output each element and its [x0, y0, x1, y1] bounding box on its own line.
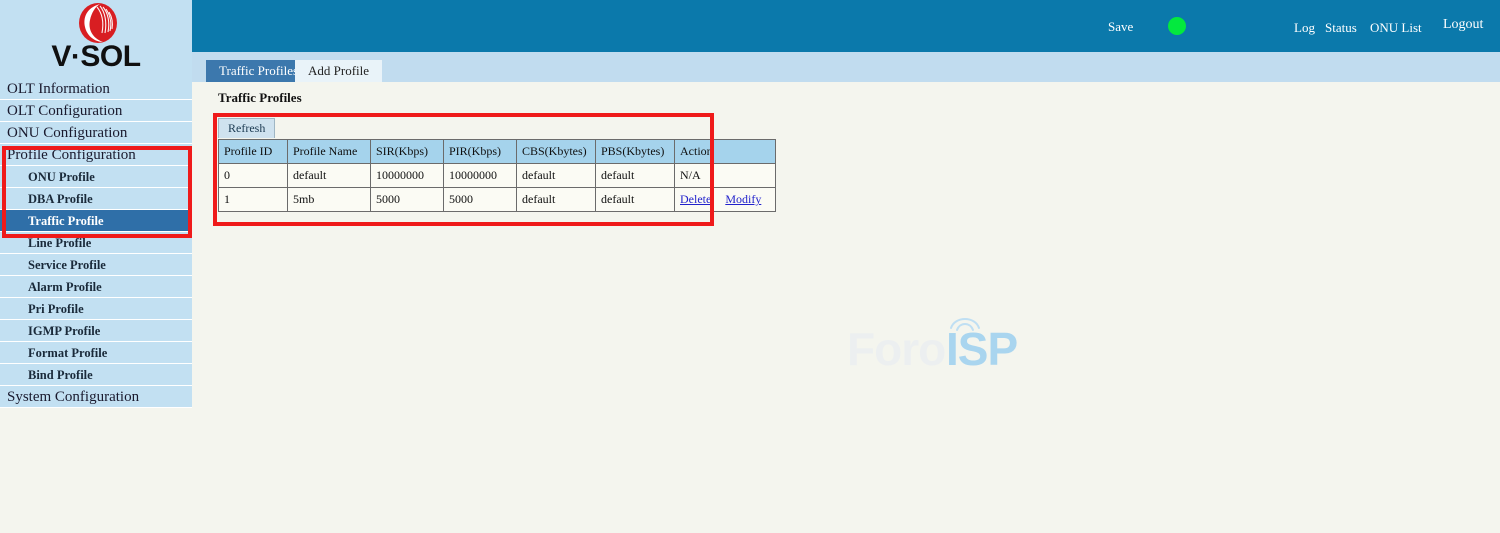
sidebar-item-label: DBA Profile: [28, 192, 93, 206]
vsol-circle-logo-icon: [79, 3, 117, 43]
cell-pbs: default: [595, 187, 675, 212]
cell-action: N/A: [674, 163, 776, 188]
sidebar-item-format-profile[interactable]: Format Profile: [0, 342, 192, 364]
header-link-log[interactable]: Log: [1294, 20, 1315, 36]
sidebar-item-label: IGMP Profile: [28, 324, 101, 338]
cell-cbs: default: [516, 187, 596, 212]
sidebar-item-olt-information[interactable]: OLT Information: [0, 78, 192, 100]
refresh-button[interactable]: Refresh: [218, 118, 276, 138]
sidebar-item-label: Line Profile: [28, 236, 92, 250]
column-header-sir: SIR(Kbps): [370, 139, 444, 164]
modify-link[interactable]: Modify: [725, 192, 761, 206]
sidebar-item-label: Bind Profile: [28, 368, 93, 382]
sidebar-item-label: Traffic Profile: [28, 214, 104, 228]
sidebar-item-service-profile[interactable]: Service Profile: [0, 254, 192, 276]
sidebar-item-alarm-profile[interactable]: Alarm Profile: [0, 276, 192, 298]
sidebar-item-label: Profile Configuration: [7, 147, 136, 163]
save-button[interactable]: Save: [1108, 19, 1133, 35]
sidebar-item-label: OLT Configuration: [7, 103, 123, 119]
table-row: 0 default 10000000 10000000 default defa…: [218, 163, 776, 188]
sidebar-item-label: Service Profile: [28, 258, 106, 272]
sidebar-item-profile-configuration[interactable]: Profile Configuration: [0, 144, 192, 166]
table-row: 1 5mb 5000 5000 default default Delete Mo…: [218, 187, 776, 212]
cell-sir: 10000000: [370, 163, 444, 188]
cell-cbs: default: [516, 163, 596, 188]
tab-strip: Traffic Profiles Add Profile: [192, 52, 1500, 82]
sidebar-item-olt-configuration[interactable]: OLT Configuration: [0, 100, 192, 122]
column-header-profile-id: Profile ID: [218, 139, 288, 164]
sidebar-item-label: ONU Configuration: [7, 125, 128, 141]
cell-pir: 10000000: [443, 163, 517, 188]
sidebar-item-traffic-profile[interactable]: Traffic Profile: [0, 210, 192, 232]
cell-profile-name: 5mb: [287, 187, 371, 212]
foroisp-watermark: Foro ISP: [847, 314, 1047, 378]
table-header-row: Profile ID Profile Name SIR(Kbps) PIR(Kb…: [218, 139, 776, 164]
logout-button[interactable]: Logout: [1443, 17, 1483, 33]
sidebar-item-label: Format Profile: [28, 346, 108, 360]
cell-action: Delete Modify: [674, 187, 776, 212]
header-link-onu-list[interactable]: ONU List: [1370, 20, 1422, 36]
cell-pbs: default: [595, 163, 675, 188]
column-header-cbs: CBS(Kbytes): [516, 139, 596, 164]
column-header-pbs: PBS(Kbytes): [595, 139, 675, 164]
column-header-pir: PIR(Kbps): [443, 139, 517, 164]
sidebar-item-onu-profile[interactable]: ONU Profile: [0, 166, 192, 188]
sidebar-item-label: Alarm Profile: [28, 280, 102, 294]
cell-pir: 5000: [443, 187, 517, 212]
sidebar-item-onu-configuration[interactable]: ONU Configuration: [0, 122, 192, 144]
column-header-action: Action: [674, 139, 776, 164]
sidebar-item-label: ONU Profile: [28, 170, 95, 184]
cell-profile-id: 1: [218, 187, 288, 212]
sidebar-item-label: Pri Profile: [28, 302, 84, 316]
sidebar-item-dba-profile[interactable]: DBA Profile: [0, 188, 192, 210]
status-dot-icon: [1168, 17, 1186, 35]
sidebar: V·SOL OLT Information OLT Configuration …: [0, 0, 192, 533]
wifi-signal-icon: [950, 318, 980, 331]
sidebar-menu: OLT Information OLT Configuration ONU Co…: [0, 78, 192, 408]
sidebar-item-label: OLT Information: [7, 81, 110, 97]
sidebar-item-system-configuration[interactable]: System Configuration: [0, 386, 192, 408]
sidebar-item-bind-profile[interactable]: Bind Profile: [0, 364, 192, 386]
watermark-text-foro: Foro: [847, 323, 946, 375]
traffic-profiles-table: Profile ID Profile Name SIR(Kbps) PIR(Kb…: [218, 139, 776, 212]
top-header-bar: Save Log Status ONU List Logout: [192, 0, 1500, 52]
watermark-text-isp: ISP: [946, 323, 1018, 375]
tab-add-profile[interactable]: Add Profile: [295, 60, 383, 82]
page-title: Traffic Profiles: [218, 90, 302, 105]
brand-wordmark: V·SOL: [51, 40, 141, 73]
column-header-profile-name: Profile Name: [287, 139, 371, 164]
header-link-status[interactable]: Status: [1325, 20, 1357, 36]
sidebar-item-igmp-profile[interactable]: IGMP Profile: [0, 320, 192, 342]
sidebar-item-pri-profile[interactable]: Pri Profile: [0, 298, 192, 320]
main-content: Traffic Profiles Foro ISP Refresh Profil…: [192, 82, 1500, 533]
sidebar-item-label: System Configuration: [7, 389, 140, 405]
brand-logo-area: V·SOL: [0, 0, 192, 78]
cell-profile-id: 0: [218, 163, 288, 188]
cell-profile-name: default: [287, 163, 371, 188]
cell-sir: 5000: [370, 187, 444, 212]
sidebar-item-line-profile[interactable]: Line Profile: [0, 232, 192, 254]
traffic-profiles-panel: Refresh Profile ID Profile Name SIR(Kbps…: [218, 118, 776, 212]
delete-link[interactable]: Delete: [680, 192, 711, 206]
